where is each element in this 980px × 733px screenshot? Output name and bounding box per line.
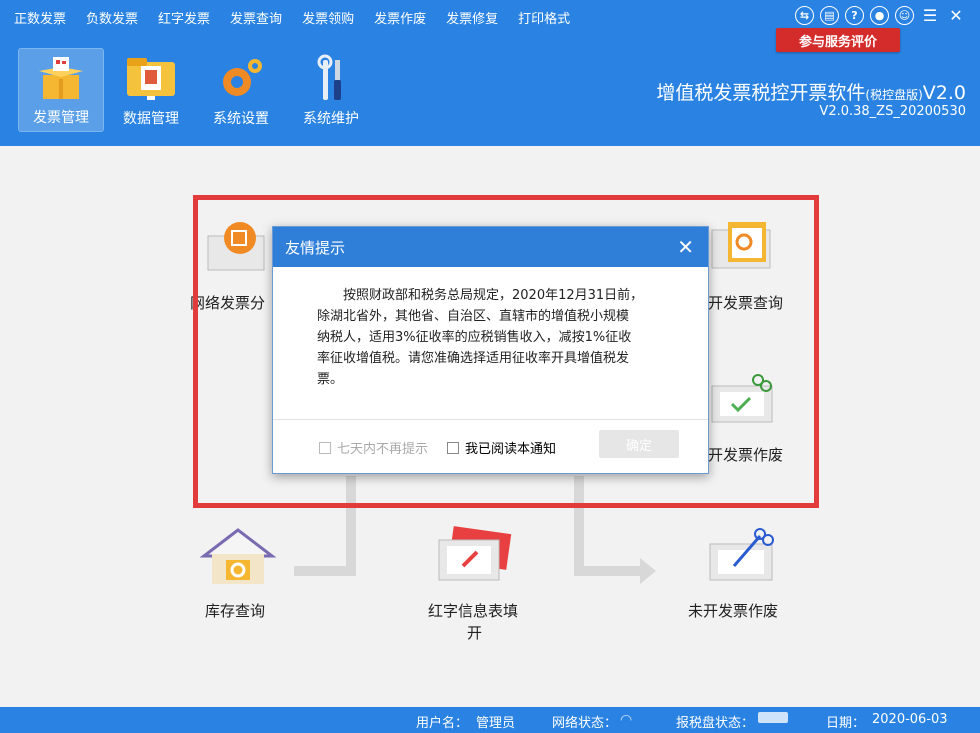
toolbar-label: 系统设置 — [213, 111, 269, 127]
message-line: 票。 — [317, 372, 344, 387]
app-header: 正数发票 负数发票 红字发票 发票查询 发票领购 发票作废 发票修复 打印格式 … — [0, 0, 980, 146]
toolbar-system-maintenance[interactable]: 系统维护 — [288, 48, 374, 132]
menu-bar: 正数发票 负数发票 红字发票 发票查询 发票领购 发票作废 发票修复 打印格式 — [0, 0, 590, 34]
flow-label-cont: 开 — [467, 624, 483, 642]
user-name: 管理员 — [476, 716, 516, 731]
toolbar-data-management[interactable]: 数据管理 — [108, 48, 194, 132]
menu-invoice-query[interactable]: 发票查询 — [230, 8, 282, 27]
flow-label: 未开发票作废 — [688, 602, 779, 620]
status-bar: 用户名： 管理员 网络状态： ◠ 报税盘状态： 日期： 2020-06-03 — [0, 707, 980, 733]
checkbox-box[interactable] — [447, 441, 459, 454]
scissors-invoice-icon — [709, 528, 774, 581]
checkbox-label: 七天内不再提示 — [337, 442, 429, 457]
app-title: 增值税发票税控开票软件(税控盘版)V2.0 — [656, 82, 966, 104]
message-line: 纳税人，适用3%征收率的应税销售收入，减按1%征收 — [317, 330, 632, 345]
dialog-footer: 七天内不再提示 我已阅读本通知 确定 — [273, 419, 708, 473]
toolbar-label: 发票管理 — [33, 110, 89, 126]
switch-icon[interactable]: ⇆ — [795, 6, 814, 25]
close-icon[interactable]: ✕ — [677, 235, 694, 259]
usb-key-icon — [758, 712, 788, 723]
help-icon[interactable]: ? — [845, 6, 864, 25]
flow-label: 红字信息表填 — [428, 602, 519, 620]
rate-service-button[interactable]: 参与服务评价 — [776, 28, 900, 52]
hamburger-icon[interactable]: ☰ — [920, 6, 940, 25]
dont-show-7days-checkbox[interactable]: 七天内不再提示 — [319, 438, 428, 457]
read-notice-checkbox[interactable]: 我已阅读本通知 — [447, 438, 556, 457]
folder-icon — [127, 58, 175, 100]
flow-connector — [294, 566, 356, 576]
user-icon[interactable]: ☺ — [895, 6, 914, 25]
toolbar-invoice-management[interactable]: 发票管理 — [18, 48, 104, 132]
date-value: 2020-06-03 — [872, 712, 948, 727]
menu-negative-invoice[interactable]: 负数发票 — [86, 8, 138, 27]
flow-connector — [574, 566, 644, 576]
notice-dialog: 友情提示 ✕ 按照财政部和税务总局规定，2020年12月31日前， 除湖北省外，… — [272, 226, 709, 474]
network-label: 网络状态： — [552, 716, 618, 731]
menu-positive-invoice[interactable]: 正数发票 — [14, 8, 66, 27]
flow-red-info[interactable]: 红字信息表填 开 — [428, 526, 520, 646]
flow-arrow-icon — [640, 558, 656, 584]
message-line: 按照财政部和税务总局规定，2020年12月31日前， — [343, 288, 644, 303]
dialog-title: 友情提示 — [273, 227, 708, 267]
checkbox-box[interactable] — [319, 441, 331, 454]
menu-invoice-void[interactable]: 发票作废 — [374, 8, 426, 27]
toolbar-label: 数据管理 — [123, 111, 179, 127]
message-line: 除湖北省外，其他省、自治区、直辖市的增值税小规模 — [317, 309, 630, 324]
toolbar-label: 系统维护 — [303, 111, 359, 127]
ok-button[interactable]: 确定 — [599, 430, 679, 458]
menu-print-format[interactable]: 打印格式 — [518, 8, 570, 27]
flow-stock-query[interactable]: 库存查询 — [196, 526, 280, 626]
window-controls: ⇆ ▤ ? ● ☺ ☰ ✕ — [795, 6, 966, 25]
flow-label: 库存查询 — [205, 602, 266, 620]
close-icon[interactable]: ✕ — [946, 6, 966, 25]
menu-invoice-repair[interactable]: 发票修复 — [446, 8, 498, 27]
date-label: 日期： — [826, 716, 866, 731]
toolbar-system-settings[interactable]: 系统设置 — [198, 48, 284, 132]
main-toolbar: 发票管理 数据管理 系统设置 系统维护 — [18, 48, 374, 132]
house-search-icon — [199, 528, 277, 584]
box-icon — [39, 57, 83, 99]
flow-unissued-void[interactable]: 未开发票作废 — [688, 526, 784, 626]
clipboard-icon[interactable]: ▤ — [820, 6, 839, 25]
menu-invoice-purchase[interactable]: 发票领购 — [302, 8, 354, 27]
tools-icon — [317, 54, 341, 100]
disk-label: 报税盘状态： — [676, 716, 755, 731]
checkbox-label: 我已阅读本通知 — [465, 442, 557, 457]
menu-red-invoice[interactable]: 红字发票 — [158, 8, 210, 27]
red-invoice-icon — [438, 526, 512, 581]
message-line: 率征收增值税。请您准确选择适用征收率开具增值税发 — [317, 351, 630, 366]
wifi-icon: ◠ — [620, 712, 633, 728]
lock-icon[interactable]: ● — [870, 6, 889, 25]
app-build-version: V2.0.38_ZS_20200530 — [819, 104, 966, 119]
dialog-message: 按照财政部和税务总局规定，2020年12月31日前， 除湖北省外，其他省、自治区… — [273, 267, 708, 419]
gear-icon — [223, 59, 262, 96]
user-label: 用户名： — [416, 716, 469, 731]
